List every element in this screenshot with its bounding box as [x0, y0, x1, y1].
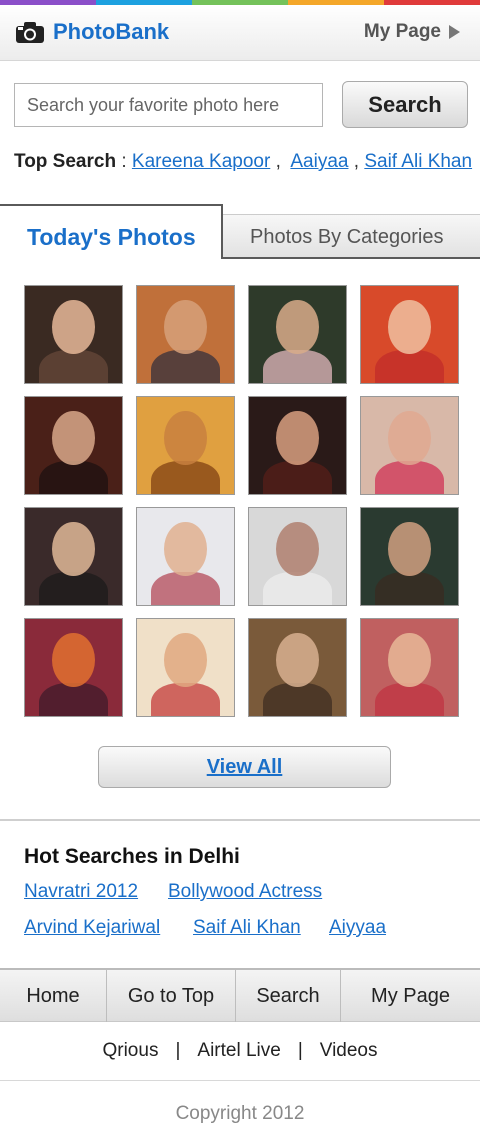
- photo-thumbnail[interactable]: [360, 285, 459, 384]
- photo-subject-face: [164, 299, 207, 354]
- footer-link-airtel-live[interactable]: Airtel Live: [197, 1040, 280, 1061]
- brand-name[interactable]: PhotoBank: [53, 19, 169, 45]
- photo-thumbnail[interactable]: [136, 618, 235, 717]
- photo-thumbnail[interactable]: [136, 285, 235, 384]
- photo-thumbnail[interactable]: [248, 618, 347, 717]
- photo-subject-body: [374, 683, 445, 716]
- photo-tabs: Today's Photos Photos By Categories: [0, 204, 480, 259]
- photo-thumbnail[interactable]: [360, 507, 459, 606]
- footer-link-qrious[interactable]: Qrious: [102, 1040, 158, 1061]
- photo-subject-body: [150, 350, 221, 383]
- photo-subject-face: [276, 521, 319, 576]
- nav-search[interactable]: Search: [236, 970, 341, 1022]
- nav-my-page[interactable]: My Page: [341, 970, 480, 1022]
- top-search-link[interactable]: Saif Ali Khan: [364, 151, 472, 172]
- photo-subject-face: [164, 632, 207, 687]
- arrow-right-icon: [449, 25, 460, 39]
- divider: [0, 1080, 480, 1081]
- photo-subject-body: [374, 461, 445, 494]
- photo-subject-face: [388, 632, 431, 687]
- camera-icon: [16, 22, 44, 43]
- photo-subject-body: [262, 461, 333, 494]
- photo-subject-face: [52, 299, 95, 354]
- photo-subject-body: [38, 572, 109, 605]
- photo-thumbnail[interactable]: [136, 507, 235, 606]
- copyright-text: Copyright 2012: [175, 1103, 305, 1124]
- photo-subject-body: [38, 350, 109, 383]
- photo-subject-body: [150, 572, 221, 605]
- footer-separator: |: [297, 1040, 303, 1061]
- photo-thumbnail[interactable]: [24, 507, 123, 606]
- top-search-label: Top Search: [14, 151, 117, 172]
- photo-subject-face: [276, 632, 319, 687]
- nav-go-to-top[interactable]: Go to Top: [107, 970, 236, 1022]
- top-search-link[interactable]: Aaiyaa: [290, 151, 348, 172]
- tab-label: Today's Photos: [27, 224, 196, 250]
- photo-subject-face: [52, 632, 95, 687]
- photo-subject-face: [388, 299, 431, 354]
- search-input[interactable]: [14, 83, 323, 127]
- header: PhotoBank My Page: [0, 5, 480, 61]
- bottom-nav: Home Go to Top Search My Page: [0, 968, 480, 1022]
- photo-thumbnail[interactable]: [360, 618, 459, 717]
- photo-thumbnail[interactable]: [24, 285, 123, 384]
- photo-subject-face: [164, 521, 207, 576]
- photo-subject-face: [164, 410, 207, 465]
- divider: [0, 819, 480, 821]
- nav-home[interactable]: Home: [0, 970, 107, 1022]
- hot-search-link[interactable]: Bollywood Actress: [168, 881, 322, 903]
- tab-todays-photos[interactable]: Today's Photos: [0, 204, 223, 259]
- photo-subject-body: [150, 683, 221, 716]
- photo-subject-body: [262, 683, 333, 716]
- hot-search-link[interactable]: Arvind Kejariwal: [24, 917, 160, 939]
- photo-thumbnail[interactable]: [136, 396, 235, 495]
- hot-searches-title: Hot Searches in Delhi: [24, 845, 240, 868]
- footer-link-videos[interactable]: Videos: [320, 1040, 378, 1061]
- my-page-label: My Page: [363, 21, 441, 42]
- top-search-link[interactable]: Kareena Kapoor: [132, 151, 270, 172]
- photo-subject-face: [276, 299, 319, 354]
- photo-subject-body: [150, 461, 221, 494]
- photo-subject-face: [52, 410, 95, 465]
- photo-subject-body: [262, 350, 333, 383]
- photo-subject-body: [374, 350, 445, 383]
- top-search: Top Search : Kareena Kapoor , Aaiyaa , S…: [14, 151, 473, 172]
- footer-separator: |: [175, 1040, 181, 1061]
- photo-thumbnail[interactable]: [248, 507, 347, 606]
- photo-thumbnail[interactable]: [360, 396, 459, 495]
- photo-subject-body: [38, 683, 109, 716]
- my-page-link[interactable]: My Page: [364, 21, 460, 43]
- photo-subject-body: [262, 572, 333, 605]
- photo-thumbnail[interactable]: [248, 285, 347, 384]
- tab-photos-by-categories[interactable]: Photos By Categories: [223, 214, 480, 259]
- photo-thumbnail[interactable]: [24, 618, 123, 717]
- view-all-button[interactable]: View All: [98, 746, 391, 788]
- photo-thumbnail[interactable]: [248, 396, 347, 495]
- photo-subject-face: [52, 521, 95, 576]
- photo-subject-face: [388, 521, 431, 576]
- photo-subject-face: [388, 410, 431, 465]
- tab-label: Photos By Categories: [250, 226, 444, 248]
- footer-links: Qrious | Airtel Live | Videos: [0, 1040, 480, 1062]
- photo-thumbnail[interactable]: [24, 396, 123, 495]
- hot-search-link[interactable]: Aiyyaa: [329, 917, 386, 939]
- top-search-colon: :: [121, 151, 127, 172]
- photo-subject-body: [374, 572, 445, 605]
- hot-search-link[interactable]: Navratri 2012: [24, 881, 138, 903]
- photo-subject-face: [276, 410, 319, 465]
- search-button[interactable]: Search: [342, 81, 468, 128]
- photo-subject-body: [38, 461, 109, 494]
- hot-search-link[interactable]: Saif Ali Khan: [193, 917, 301, 939]
